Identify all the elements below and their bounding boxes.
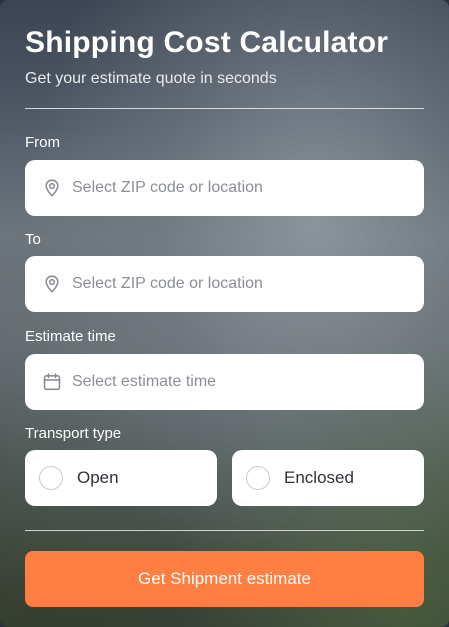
transport-option-label: Enclosed	[284, 468, 354, 487]
estimate-time-label: Estimate time	[25, 328, 116, 345]
footer-divider	[25, 530, 424, 531]
location-pin-icon	[42, 178, 62, 198]
from-label: From	[25, 134, 60, 151]
estimate-time-placeholder: Select estimate time	[72, 373, 217, 390]
transport-option-enclosed[interactable]: Enclosed	[232, 450, 424, 506]
from-placeholder: Select ZIP code or location	[72, 179, 263, 196]
calendar-icon	[42, 372, 62, 392]
get-estimate-button[interactable]: Get Shipment estimate	[25, 551, 424, 607]
radio-circle-icon[interactable]	[246, 466, 270, 490]
transport-option-label: Open	[77, 468, 119, 487]
from-field[interactable]: Select ZIP code or location	[25, 160, 424, 216]
shipping-calculator-card: Shipping Cost Calculator Get your estima…	[0, 0, 449, 627]
to-field[interactable]: Select ZIP code or location	[25, 256, 424, 312]
header-divider	[25, 108, 424, 109]
to-placeholder: Select ZIP code or location	[72, 275, 263, 292]
location-pin-icon	[42, 274, 62, 294]
estimate-time-field[interactable]: Select estimate time	[25, 354, 424, 410]
page-subtitle: Get your estimate quote in seconds	[25, 70, 277, 87]
radio-circle-icon[interactable]	[39, 466, 63, 490]
to-label: To	[25, 231, 41, 248]
transport-type-label: Transport type	[25, 425, 122, 442]
transport-option-open[interactable]: Open	[25, 450, 217, 506]
page-title: Shipping Cost Calculator	[25, 26, 389, 59]
